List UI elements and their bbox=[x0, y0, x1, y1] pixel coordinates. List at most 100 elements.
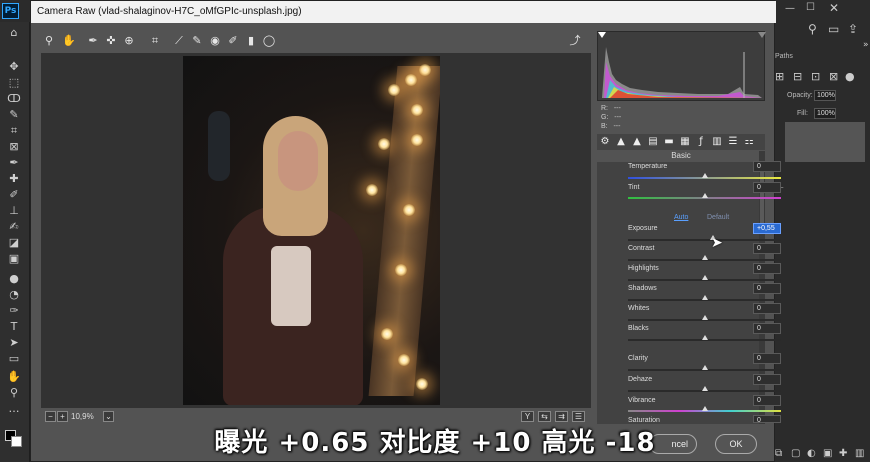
exposure-slider[interactable] bbox=[628, 239, 781, 241]
preview-settings-icon[interactable]: ☰ bbox=[572, 411, 585, 422]
stamp-tool-icon[interactable]: ⊥ bbox=[5, 204, 23, 218]
zoom-tool-icon[interactable]: ⚲ bbox=[5, 386, 23, 400]
dehaze-thumb[interactable] bbox=[702, 386, 708, 391]
swap-before-after-icon[interactable]: ⇆ bbox=[538, 411, 551, 422]
white-balance-icon[interactable]: ✒ bbox=[85, 33, 101, 49]
fx-icon[interactable]: ▢ bbox=[791, 448, 800, 459]
lasso-tool-icon[interactable]: ↀ bbox=[5, 92, 23, 106]
whites-thumb[interactable] bbox=[702, 315, 708, 320]
history-brush-icon[interactable]: ✍ bbox=[5, 220, 23, 234]
saturation-value[interactable]: 0 bbox=[753, 415, 781, 423]
radial-filter-icon[interactable]: ◯ bbox=[261, 33, 277, 49]
link-layers-icon[interactable]: ⧉ bbox=[775, 448, 782, 459]
blacks-value[interactable]: 0 bbox=[753, 323, 781, 334]
open-preferences-icon[interactable]: ⤴ bbox=[567, 33, 583, 49]
path-select-icon[interactable]: ➤ bbox=[5, 336, 23, 350]
split-toning-icon[interactable]: ▬ bbox=[663, 136, 675, 148]
marquee-tool-icon[interactable]: ⬚ bbox=[5, 76, 23, 90]
hand-icon[interactable]: ✋ bbox=[61, 33, 77, 49]
lock-artboard-icon[interactable]: ⊠ bbox=[829, 70, 838, 83]
minimize-icon[interactable]: — bbox=[785, 3, 795, 14]
graduated-filter-icon[interactable]: ▮ bbox=[243, 33, 259, 49]
close-icon[interactable]: ✕ bbox=[829, 1, 839, 15]
gradient-tool-icon[interactable]: ▣ bbox=[5, 252, 23, 266]
paths-tab[interactable]: Paths bbox=[775, 53, 793, 60]
layer-thumbnail[interactable] bbox=[785, 122, 865, 162]
delete-layer-icon[interactable]: ▥ bbox=[855, 448, 864, 459]
dodge-tool-icon[interactable]: ◔ bbox=[5, 288, 23, 302]
maximize-icon[interactable]: ☐ bbox=[806, 2, 815, 13]
spot-removal-icon[interactable]: ✎ bbox=[189, 33, 205, 49]
temperature-value[interactable]: 0 bbox=[753, 161, 781, 172]
zoom-dropdown-icon[interactable]: ⌄ bbox=[103, 411, 114, 422]
contrast-thumb[interactable] bbox=[702, 255, 708, 260]
before-after-y-icon[interactable]: Y bbox=[521, 411, 534, 422]
auto-link[interactable]: Auto bbox=[674, 214, 688, 221]
effects-icon[interactable]: ƒ bbox=[695, 136, 707, 148]
snapshots-icon[interactable]: ⚏ bbox=[743, 136, 755, 148]
red-eye-icon[interactable]: ◉ bbox=[207, 33, 223, 49]
hsl-icon[interactable]: ▤ bbox=[647, 136, 659, 148]
pen-tool-icon[interactable]: ✑ bbox=[5, 304, 23, 318]
adjustment-brush-icon[interactable]: ✐ bbox=[225, 33, 241, 49]
exposure-value[interactable]: +0,55 bbox=[753, 223, 781, 234]
calibration-icon[interactable]: ▥ bbox=[711, 136, 723, 148]
background-color-swatch[interactable] bbox=[11, 436, 22, 447]
default-link[interactable]: Default bbox=[707, 214, 729, 221]
targeted-adjustment-icon[interactable]: ⊕ bbox=[121, 33, 137, 49]
basic-tab-icon[interactable]: ⚙ bbox=[599, 136, 611, 148]
contrast-value[interactable]: 0 bbox=[753, 243, 781, 254]
shadows-value[interactable]: 0 bbox=[753, 283, 781, 294]
shape-tool-icon[interactable]: ▭ bbox=[5, 352, 23, 366]
fill-input[interactable]: 100% bbox=[814, 108, 836, 119]
zoom-icon[interactable]: ⚲ bbox=[41, 33, 57, 49]
vibrance-value[interactable]: 0 bbox=[753, 395, 781, 406]
straighten-icon[interactable]: ⟋ bbox=[171, 33, 187, 49]
new-layer-icon[interactable]: ✚ bbox=[839, 448, 847, 459]
crop-icon[interactable]: ⌗ bbox=[147, 33, 163, 49]
copy-settings-icon[interactable]: ⇉ bbox=[555, 411, 568, 422]
photo-preview[interactable] bbox=[183, 56, 440, 405]
eyedropper-icon[interactable]: ✒ bbox=[5, 156, 23, 170]
mask-icon[interactable]: ◐ bbox=[807, 448, 816, 459]
lock-position-icon[interactable]: ⊡ bbox=[811, 70, 820, 83]
lock-image-icon[interactable]: ⊟ bbox=[793, 70, 802, 83]
healing-brush-icon[interactable]: ✚ bbox=[5, 172, 23, 186]
blacks-thumb[interactable] bbox=[702, 335, 708, 340]
detail-icon[interactable]: ▲ bbox=[631, 136, 643, 148]
workspace-icon[interactable]: ▭ bbox=[828, 22, 839, 36]
new-group-icon[interactable]: ▣ bbox=[823, 448, 832, 459]
temperature-thumb[interactable] bbox=[702, 173, 708, 178]
color-sampler-icon[interactable]: ✜ bbox=[103, 33, 119, 49]
clarity-value[interactable]: 0 bbox=[753, 353, 781, 364]
type-tool-icon[interactable]: T bbox=[5, 320, 23, 334]
cancel-button[interactable]: ncel bbox=[649, 434, 697, 454]
frame-tool-icon[interactable]: ⊠ bbox=[5, 140, 23, 154]
dehaze-value[interactable]: 0 bbox=[753, 374, 781, 385]
highlights-value[interactable]: 0 bbox=[753, 263, 781, 274]
brush-tool-icon[interactable]: ✐ bbox=[5, 188, 23, 202]
search-icon[interactable]: ⚲ bbox=[808, 22, 817, 36]
blur-tool-icon[interactable]: ● bbox=[5, 272, 23, 286]
tone-curve-icon[interactable]: ▲ bbox=[615, 136, 627, 148]
clarity-thumb[interactable] bbox=[702, 365, 708, 370]
panel-scrollbar-thumb[interactable] bbox=[760, 163, 764, 223]
highlights-thumb[interactable] bbox=[702, 275, 708, 280]
lock-all-icon[interactable]: ● bbox=[845, 70, 855, 83]
magic-wand-icon[interactable]: ✎ bbox=[5, 108, 23, 122]
home-icon[interactable]: ⌂ bbox=[5, 26, 23, 40]
zoom-out-button[interactable]: − bbox=[45, 411, 56, 422]
more-tools-icon[interactable]: … bbox=[5, 402, 23, 416]
ok-button[interactable]: OK bbox=[715, 434, 757, 454]
tint-value[interactable]: 0 bbox=[753, 182, 781, 193]
hand-tool-icon[interactable]: ✋ bbox=[5, 370, 23, 384]
shadows-thumb[interactable] bbox=[702, 295, 708, 300]
vibrance-thumb[interactable] bbox=[702, 406, 708, 411]
presets-icon[interactable]: ☰ bbox=[727, 136, 739, 148]
collapse-icon[interactable]: » bbox=[863, 40, 869, 50]
whites-value[interactable]: 0 bbox=[753, 303, 781, 314]
zoom-in-button[interactable]: + bbox=[57, 411, 68, 422]
lens-corrections-icon[interactable]: ▦ bbox=[679, 136, 691, 148]
tint-thumb[interactable] bbox=[702, 193, 708, 198]
eraser-icon[interactable]: ◪ bbox=[5, 236, 23, 250]
